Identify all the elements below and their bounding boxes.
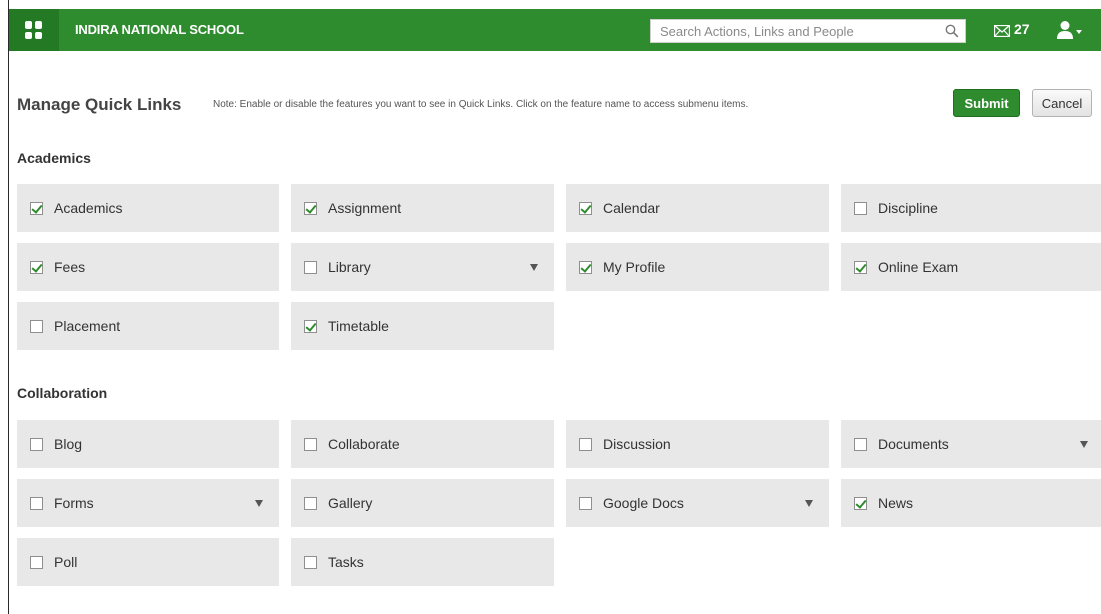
checkbox[interactable] <box>854 201 867 215</box>
quick-link-label[interactable]: Tasks <box>328 554 364 570</box>
quick-link-discussion[interactable]: Discussion <box>566 420 829 468</box>
quick-link-label[interactable]: Collaborate <box>328 436 400 452</box>
quick-link-news[interactable]: News <box>841 479 1101 527</box>
quick-link-label[interactable]: Library <box>328 259 371 275</box>
quick-link-collaborate[interactable]: Collaborate <box>291 420 554 468</box>
checkbox[interactable] <box>304 437 317 451</box>
search-icon[interactable] <box>945 24 959 38</box>
quick-link-blog[interactable]: Blog <box>17 420 279 468</box>
quick-link-label[interactable]: Discussion <box>603 436 671 452</box>
chevron-down-icon[interactable] <box>1076 30 1082 34</box>
quick-link-label[interactable]: Forms <box>54 495 94 511</box>
section-title-collaboration: Collaboration <box>17 385 108 401</box>
dropdown-arrow-icon[interactable] <box>805 500 813 507</box>
checkbox[interactable] <box>304 555 317 569</box>
checkbox[interactable] <box>579 496 592 510</box>
quick-link-calendar[interactable]: Calendar <box>566 184 829 232</box>
dropdown-arrow-icon[interactable] <box>255 500 263 507</box>
quick-link-label[interactable]: Online Exam <box>878 259 958 275</box>
checkbox[interactable] <box>854 496 867 510</box>
quick-link-academics[interactable]: Academics <box>17 184 279 232</box>
quick-link-poll[interactable]: Poll <box>17 538 279 586</box>
quick-link-discipline[interactable]: Discipline <box>841 184 1101 232</box>
section-title-academics: Academics <box>17 150 91 166</box>
checkbox[interactable] <box>30 201 43 215</box>
quick-link-label[interactable]: Timetable <box>328 318 389 334</box>
quick-link-label[interactable]: Poll <box>54 554 77 570</box>
dropdown-arrow-icon[interactable] <box>1080 441 1088 448</box>
dropdown-arrow-icon[interactable] <box>530 264 538 271</box>
quick-link-placement[interactable]: Placement <box>17 302 279 350</box>
checkbox[interactable] <box>30 555 43 569</box>
user-icon[interactable] <box>1056 20 1074 40</box>
quick-link-gallery[interactable]: Gallery <box>291 479 554 527</box>
quick-link-label[interactable]: Google Docs <box>603 495 684 511</box>
checkbox[interactable] <box>30 260 43 274</box>
quick-link-documents[interactable]: Documents <box>841 420 1101 468</box>
checkbox[interactable] <box>304 319 317 333</box>
checkbox[interactable] <box>854 437 867 451</box>
quick-link-label[interactable]: Assignment <box>328 200 401 216</box>
page-title: Manage Quick Links <box>17 95 182 114</box>
mail-count-badge[interactable]: 27 <box>1014 21 1030 37</box>
checkbox[interactable] <box>30 496 43 510</box>
page-note: Note: Enable or disable the features you… <box>213 99 749 110</box>
school-name[interactable]: INDIRA NATIONAL SCHOOL <box>75 22 244 37</box>
quick-link-timetable[interactable]: Timetable <box>291 302 554 350</box>
quick-link-fees[interactable]: Fees <box>17 243 279 291</box>
apps-button[interactable] <box>9 9 59 51</box>
quick-link-tasks[interactable]: Tasks <box>291 538 554 586</box>
checkbox[interactable] <box>854 260 867 274</box>
quick-link-library[interactable]: Library <box>291 243 554 291</box>
collaboration-grid: Blog Collaborate Discussion Documents Fo… <box>17 420 1101 586</box>
quick-link-google-docs[interactable]: Google Docs <box>566 479 829 527</box>
search-input[interactable] <box>651 20 931 42</box>
quick-link-label[interactable]: Blog <box>54 436 82 452</box>
top-bar: INDIRA NATIONAL SCHOOL 27 <box>9 9 1101 51</box>
checkbox[interactable] <box>30 437 43 451</box>
quick-link-label[interactable]: News <box>878 495 913 511</box>
quick-link-label[interactable]: Gallery <box>328 495 372 511</box>
quick-link-label[interactable]: Academics <box>54 200 122 216</box>
apps-grid-icon <box>25 21 43 39</box>
quick-link-online-exam[interactable]: Online Exam <box>841 243 1101 291</box>
quick-link-label[interactable]: Fees <box>54 259 85 275</box>
quick-link-assignment[interactable]: Assignment <box>291 184 554 232</box>
academics-grid: Academics Assignment Calendar Discipline… <box>17 184 1101 350</box>
checkbox[interactable] <box>304 260 317 274</box>
checkbox[interactable] <box>304 201 317 215</box>
quick-link-label[interactable]: Calendar <box>603 200 660 216</box>
search-box[interactable] <box>650 19 966 43</box>
quick-link-label[interactable]: My Profile <box>603 259 665 275</box>
checkbox[interactable] <box>579 437 592 451</box>
cancel-button[interactable]: Cancel <box>1032 89 1092 117</box>
checkbox[interactable] <box>579 201 592 215</box>
quick-link-forms[interactable]: Forms <box>17 479 279 527</box>
quick-link-label[interactable]: Placement <box>54 318 120 334</box>
checkbox[interactable] <box>579 260 592 274</box>
quick-link-label[interactable]: Documents <box>878 436 949 452</box>
quick-link-my-profile[interactable]: My Profile <box>566 243 829 291</box>
quick-link-label[interactable]: Discipline <box>878 200 938 216</box>
checkbox[interactable] <box>30 319 43 333</box>
mail-icon[interactable] <box>994 25 1010 37</box>
checkbox[interactable] <box>304 496 317 510</box>
submit-button[interactable]: Submit <box>953 89 1020 117</box>
